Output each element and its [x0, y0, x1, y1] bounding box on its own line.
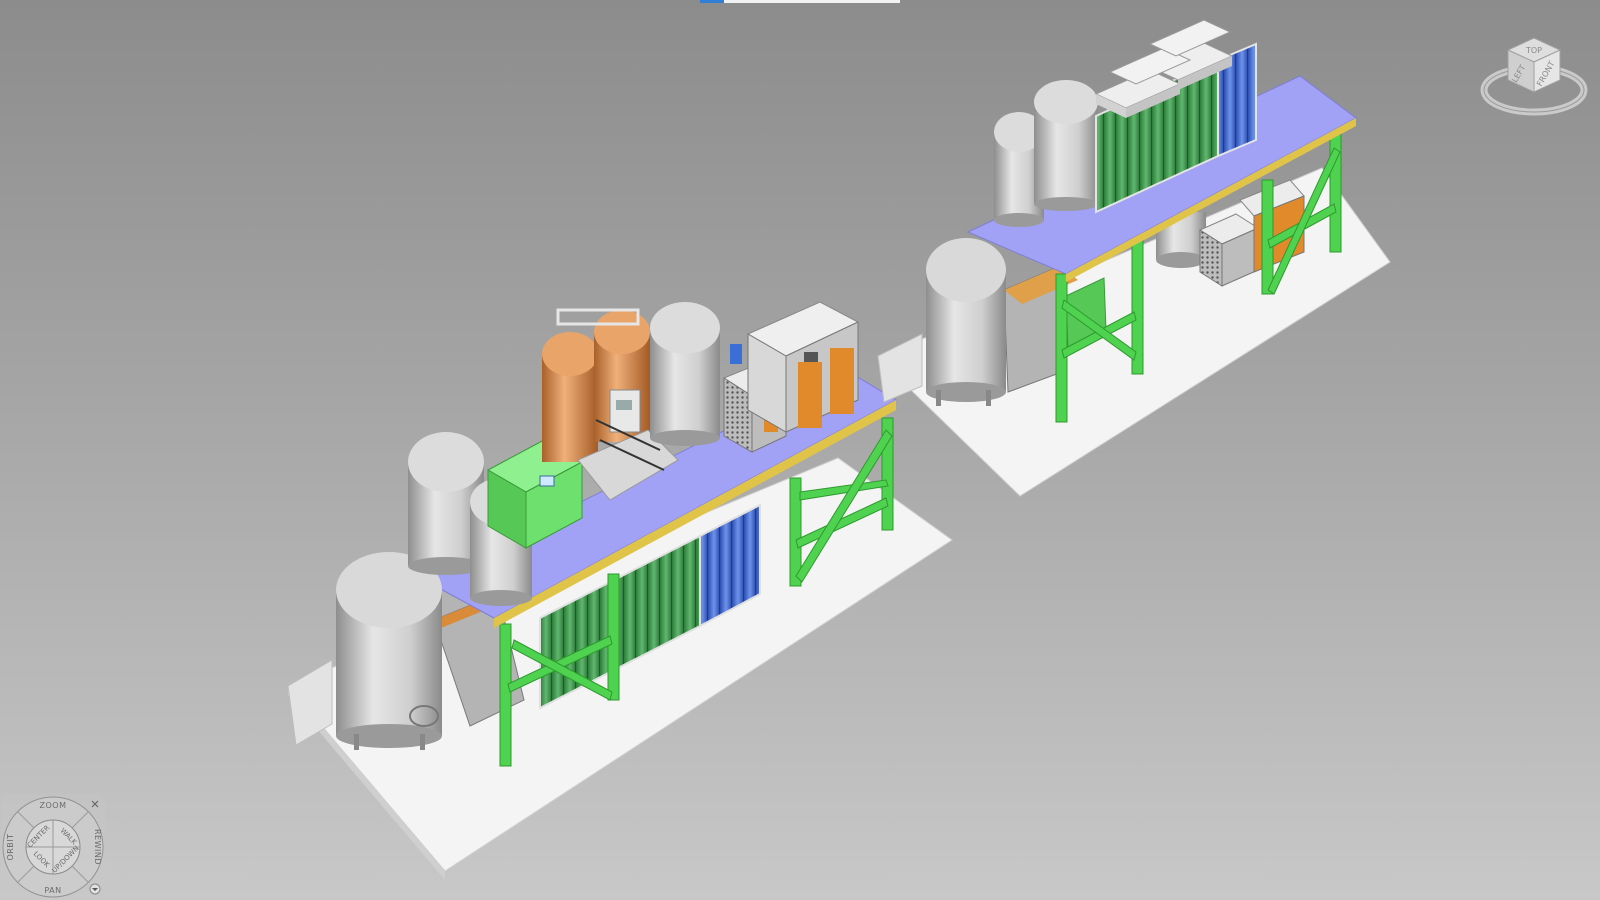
left-deck-tank-rear — [650, 302, 720, 446]
right-large-receiver-tank — [926, 238, 1006, 406]
wheel-zoom[interactable]: ZOOM — [40, 801, 67, 810]
viewcube-cube[interactable]: TOP LEFT FRONT — [1506, 37, 1562, 93]
wheel-rewind[interactable]: REWIND — [93, 829, 102, 865]
right-skid[interactable] — [877, 19, 1391, 497]
wheel-orbit[interactable]: ORBIT — [6, 833, 15, 860]
viewcube[interactable]: TOP LEFT FRONT — [1478, 30, 1590, 126]
wheel-pan[interactable]: PAN — [44, 886, 61, 895]
viewcube-top-label: TOP — [1525, 46, 1542, 55]
left-large-receiver-tank — [336, 552, 442, 750]
left-skid[interactable] — [287, 301, 953, 880]
3d-model-viewport[interactable] — [0, 0, 1600, 900]
right-deck-tank-2 — [1034, 80, 1098, 211]
navigation-wheel[interactable]: ZOOM PAN ORBIT REWIND CENTER WALK LOOK U… — [0, 794, 106, 900]
chevron-down-icon[interactable] — [89, 883, 101, 895]
